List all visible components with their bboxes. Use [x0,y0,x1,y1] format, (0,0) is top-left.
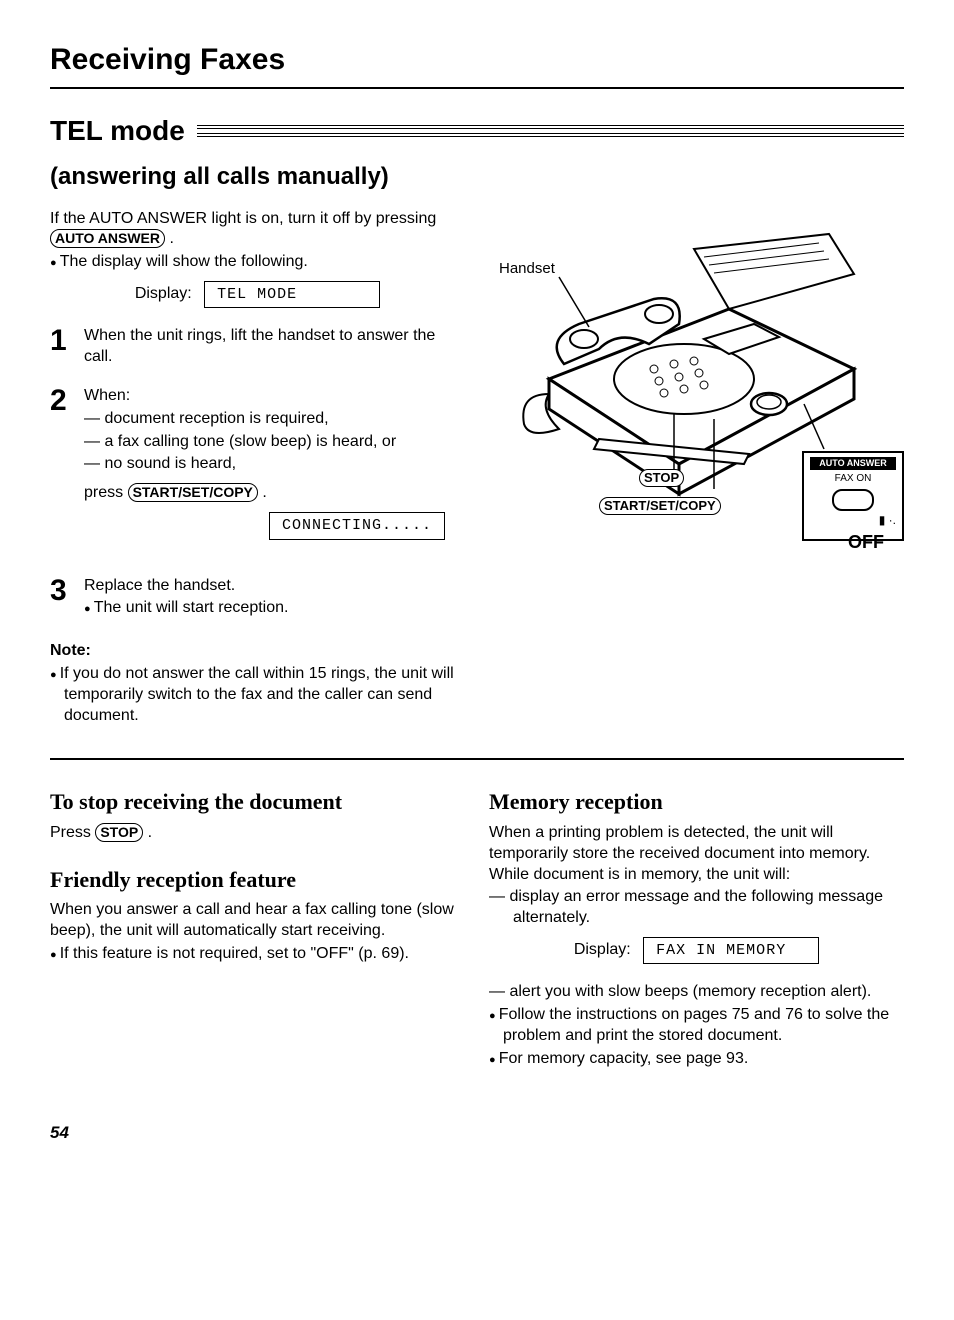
start-set-copy-button-label: START/SET/COPY [128,483,258,502]
right-column: Handset [489,209,904,729]
step-2-number: 2 [50,386,84,557]
fax-figure: Handset [489,229,904,569]
stop-heading: To stop receiving the document [50,788,465,817]
step-2c: — no sound is heard, [84,454,465,475]
step-3b: The unit will start reception. [84,598,465,619]
left-column: If the AUTO ANSWER light is on, turn it … [50,209,465,729]
lower-left: To stop receiving the document Press STO… [50,780,465,1071]
mode-title: TEL mode [50,113,185,149]
stop-press-text: Press [50,824,95,841]
handset-callout: Handset [499,259,555,279]
memory-dash1: — display an error message and the follo… [489,887,904,929]
step-2-press: press START/SET/COPY . [84,483,465,504]
display-box-telmode: TEL MODE [204,281,380,309]
stop-callout: STOP [639,469,684,488]
main-two-col: If the AUTO ANSWER light is on, turn it … [50,209,904,729]
auto-answer-label: AUTO ANSWER [810,457,896,471]
fax-on-label: FAX ON [835,473,872,484]
intro-line: If the AUTO ANSWER light is on, turn it … [50,209,465,251]
display-box-faxmem: FAX IN MEMORY [643,937,819,965]
step-3: 3 Replace the handset. The unit will sta… [50,576,465,622]
step-1-number: 1 [50,326,84,368]
step-2-body: When: — document reception is required, … [84,386,465,557]
mode-title-row: TEL mode [50,113,904,149]
note-heading: Note: [50,641,465,662]
lower-two-col: To stop receiving the document Press STO… [50,780,904,1071]
display-box-connecting: CONNECTING..... [269,512,445,540]
memory-p2: While document is in memory, the unit wi… [489,865,904,886]
friendly-bullet: If this feature is not required, set to … [50,944,465,965]
stop-button-label: STOP [95,823,143,842]
stop-text: Press STOP . [50,823,465,844]
memory-p1: When a printing problem is detected, the… [489,823,904,865]
subtitle: (answering all calls manually) [50,161,904,192]
title-rule [50,87,904,89]
press-text: press [84,484,128,501]
friendly-text: When you answer a call and hear a fax ca… [50,900,465,942]
auto-answer-button-icon [832,489,874,511]
display-row-3: Display: FAX IN MEMORY [489,937,904,965]
friendly-heading: Friendly reception feature [50,866,465,895]
memory-heading: Memory reception [489,788,904,817]
display-row-1: Display: TEL MODE [50,281,465,309]
startset-callout: START/SET/COPY [599,497,721,516]
step-2a: — document reception is required, [84,409,465,430]
note-text: If you do not answer the call within 15 … [50,664,465,726]
memory-dash2: — alert you with slow beeps (memory rece… [489,982,904,1003]
step-3-number: 3 [50,576,84,622]
display-row-2: CONNECTING..... [84,512,465,540]
memory-b1: Follow the instructions on pages 75 and … [489,1005,904,1047]
section-rule [50,758,904,760]
intro-text: If the AUTO ANSWER light is on, turn it … [50,210,436,227]
page-number: 54 [50,1122,904,1144]
auto-answer-panel: AUTO ANSWER FAX ON ▮ ·. [802,451,904,541]
intro-bullet: The display will show the following. [50,252,465,273]
page-title: Receiving Faxes [50,40,904,79]
display-label: Display: [135,285,192,302]
step-1: 1 When the unit rings, lift the handset … [50,326,465,368]
step-3a: Replace the handset. [84,576,465,597]
lower-right: Memory reception When a printing problem… [489,780,904,1071]
step-1-body: When the unit rings, lift the handset to… [84,326,465,368]
step-2b: — a fax calling tone (slow beep) is hear… [84,432,465,453]
off-label: OFF [848,531,884,554]
step-3-body: Replace the handset. The unit will start… [84,576,465,622]
display-label-3: Display: [574,941,631,958]
memory-b2: For memory capacity, see page 93. [489,1049,904,1070]
step-2-lead: When: [84,386,465,407]
auto-answer-button-label: AUTO ANSWER [50,229,165,248]
double-rule [197,125,904,137]
step-2: 2 When: — document reception is required… [50,386,465,557]
